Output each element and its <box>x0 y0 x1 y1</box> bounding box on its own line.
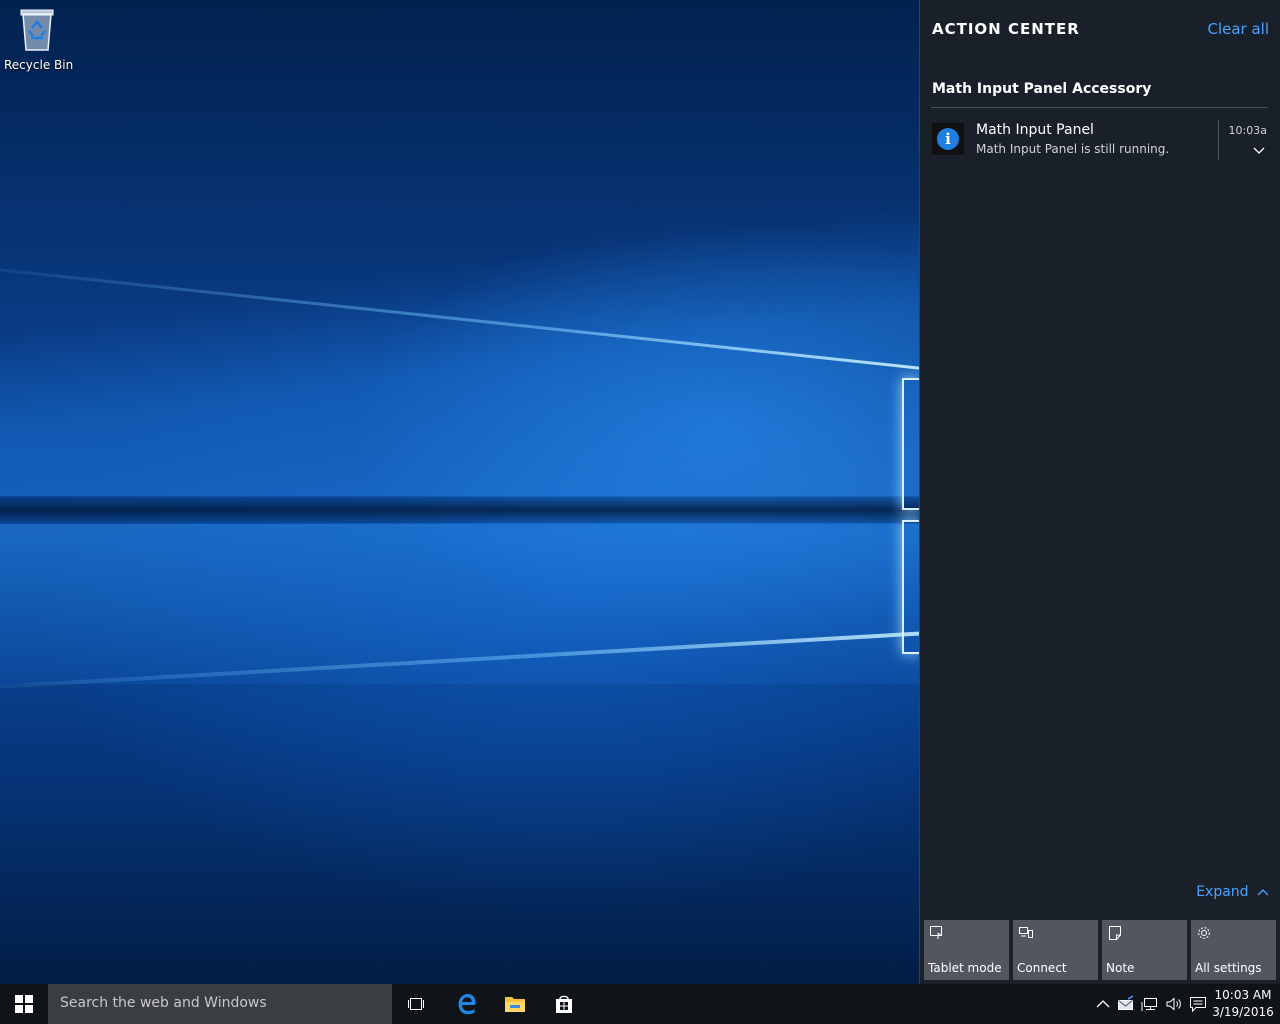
note-icon <box>1109 926 1121 940</box>
notification-time: 10:03a <box>1228 124 1267 137</box>
expand-label: Expand <box>1196 884 1249 900</box>
quick-action-label: Tablet mode <box>928 961 1002 975</box>
wallpaper-dark-band <box>0 497 920 523</box>
notification-group-title[interactable]: Math Input Panel Accessory <box>932 81 1151 97</box>
task-view-button[interactable] <box>392 984 440 1024</box>
task-view-icon <box>408 998 424 1010</box>
clock-date: 3/19/2016 <box>1212 1005 1274 1019</box>
notification-title: Math Input Panel <box>976 122 1094 138</box>
search-placeholder: Search the web and Windows <box>60 995 267 1011</box>
action-center-icon[interactable] <box>1189 995 1207 1013</box>
desktop-icon-recycle-bin[interactable]: Recycle Bin <box>4 6 74 72</box>
wallpaper-window-pane-bottom <box>902 520 920 654</box>
group-divider <box>931 107 1268 108</box>
store-icon <box>556 995 572 1013</box>
recycle-bin-label: Recycle Bin <box>4 58 74 72</box>
chevron-down-icon[interactable] <box>1253 144 1265 156</box>
search-box[interactable]: Search the web and Windows <box>48 984 392 1024</box>
quick-action-label: Note <box>1106 961 1135 975</box>
chevron-up-icon[interactable] <box>1094 995 1112 1013</box>
edge-icon <box>458 994 476 1015</box>
file-explorer-icon <box>505 997 525 1012</box>
gear-icon <box>1198 927 1210 939</box>
quick-action-all-settings[interactable]: All settings <box>1191 920 1276 980</box>
expand-button[interactable]: Expand <box>1196 884 1269 900</box>
volume-icon[interactable] <box>1165 995 1183 1013</box>
recycle-bin-icon <box>20 9 54 51</box>
notification-app-icon: i <box>932 123 964 155</box>
wallpaper-light-top <box>0 150 920 496</box>
clock-time: 10:03 AM <box>1214 988 1272 1002</box>
info-icon: i <box>937 128 959 150</box>
notification-message: Math Input Panel is still running. <box>976 142 1170 156</box>
store-button[interactable] <box>540 984 588 1024</box>
windows-logo-icon <box>15 995 33 1013</box>
start-button[interactable] <box>0 984 48 1024</box>
quick-actions: Tablet mode Connect Note All settings <box>924 920 1276 980</box>
clear-all-button[interactable]: Clear all <box>1207 20 1269 38</box>
chevron-up-icon <box>1257 889 1269 896</box>
taskbar-clock[interactable]: 10:03 AM 3/19/2016 <box>1212 987 1274 1021</box>
tablet-mode-icon <box>930 926 942 939</box>
quick-action-connect[interactable]: Connect <box>1013 920 1098 980</box>
connect-icon <box>1019 927 1033 938</box>
quick-action-label: Connect <box>1017 961 1067 975</box>
action-center-panel: ACTION CENTER Clear all Math Input Panel… <box>919 0 1280 984</box>
edge-button[interactable] <box>443 984 491 1024</box>
quick-action-note[interactable]: Note <box>1102 920 1187 980</box>
taskbar: Search the web and Windows 10:03 AM 3/19… <box>0 984 1280 1024</box>
mail-icon[interactable] <box>1117 995 1135 1013</box>
action-center-title: ACTION CENTER <box>932 20 1080 38</box>
file-explorer-button[interactable] <box>491 984 539 1024</box>
quick-action-tablet-mode[interactable]: Tablet mode <box>924 920 1009 980</box>
notification-item[interactable]: i Math Input Panel Math Input Panel is s… <box>931 118 1269 162</box>
quick-action-label: All settings <box>1195 961 1262 975</box>
notification-separator <box>1218 120 1219 160</box>
wallpaper-window-pane-top <box>902 378 920 510</box>
desktop-wallpaper <box>0 0 920 984</box>
network-icon[interactable] <box>1141 995 1159 1013</box>
